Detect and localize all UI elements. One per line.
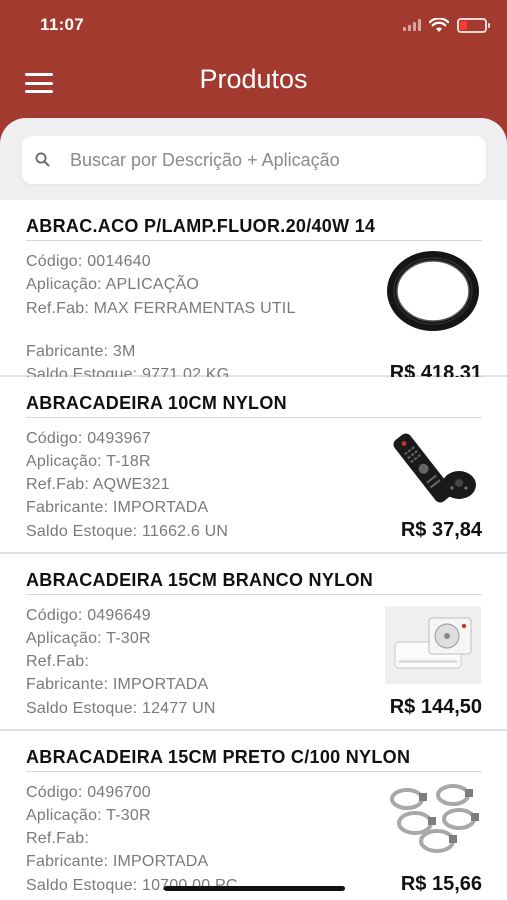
product-saldo: Saldo Estoque: 12477 UN	[26, 700, 216, 717]
divider	[26, 771, 482, 772]
status-icons	[403, 14, 490, 36]
product-codigo: Código: 0496700	[26, 784, 151, 801]
product-title: ABRACADEIRA 15CM BRANCO NYLON	[26, 570, 374, 590]
battery-icon	[457, 17, 490, 33]
product-fabricante: Fabricante: IMPORTADA	[26, 853, 209, 870]
product-card[interactable]: ABRACADEIRA 15CM PRETO C/100 NYLON Códig…	[0, 731, 507, 900]
product-card[interactable]: ABRAC.ACO P/LAMP.FLUOR.20/40W 14 Código:…	[0, 200, 507, 384]
home-indicator	[164, 886, 345, 891]
hose-clamps-image	[390, 784, 479, 853]
product-price: R$ 144,50	[389, 696, 482, 718]
remote-control-image	[393, 433, 476, 503]
product-fabricante: Fabricante: IMPORTADA	[26, 499, 209, 516]
search-input[interactable]	[22, 136, 486, 184]
status-time: 11:07	[40, 15, 85, 34]
product-title: ABRACADEIRA 15CM PRETO C/100 NYLON	[26, 747, 411, 767]
search-bar[interactable]	[22, 136, 486, 184]
search-icon	[35, 152, 50, 167]
divider	[26, 417, 482, 418]
divider	[26, 594, 482, 595]
product-title: ABRACADEIRA 10CM NYLON	[26, 393, 287, 413]
cellular-signal-icon	[403, 19, 421, 31]
wifi-icon	[429, 17, 449, 32]
product-codigo: Código: 0496649	[26, 607, 151, 624]
product-title: ABRAC.ACO P/LAMP.FLUOR.20/40W 14	[26, 216, 376, 236]
product-ref-fab: Ref.Fab: AQWE321	[26, 476, 170, 493]
product-card[interactable]: ABRACADEIRA 10CM NYLON Código: 0493967 A…	[0, 377, 507, 554]
product-ref-fab: Ref.Fab:	[26, 653, 89, 670]
product-aplicacao: Aplicação: T-30R	[26, 807, 151, 824]
product-list: ABRAC.ACO P/LAMP.FLUOR.20/40W 14 Código:…	[0, 200, 507, 900]
battery-level	[460, 20, 467, 30]
product-price: R$ 37,84	[400, 519, 482, 541]
product-codigo: Código: 0014640	[26, 253, 151, 270]
divider	[26, 240, 482, 241]
product-ref-fab: Ref.Fab: MAX FERRAMENTAS UTIL	[26, 300, 296, 317]
status-bar: 11:07	[0, 0, 507, 50]
product-fabricante: Fabricante: IMPORTADA	[26, 676, 209, 693]
product-codigo: Código: 0493967	[26, 430, 151, 447]
tire-image	[387, 251, 479, 331]
product-ref-fab: Ref.Fab:	[26, 830, 89, 847]
product-price: R$ 15,66	[400, 873, 482, 895]
air-conditioner-image	[385, 606, 481, 684]
product-fabricante: Fabricante: 3M	[26, 343, 136, 360]
product-saldo: Saldo Estoque: 11662.6 UN	[26, 523, 229, 540]
product-aplicacao: Aplicação: T-30R	[26, 630, 151, 647]
product-aplicacao: Aplicação: APLICAÇÃO	[26, 276, 199, 293]
product-aplicacao: Aplicação: T-18R	[26, 453, 151, 470]
product-card[interactable]: ABRACADEIRA 15CM BRANCO NYLON Código: 04…	[0, 554, 507, 731]
page-title: Produtos	[199, 64, 308, 94]
